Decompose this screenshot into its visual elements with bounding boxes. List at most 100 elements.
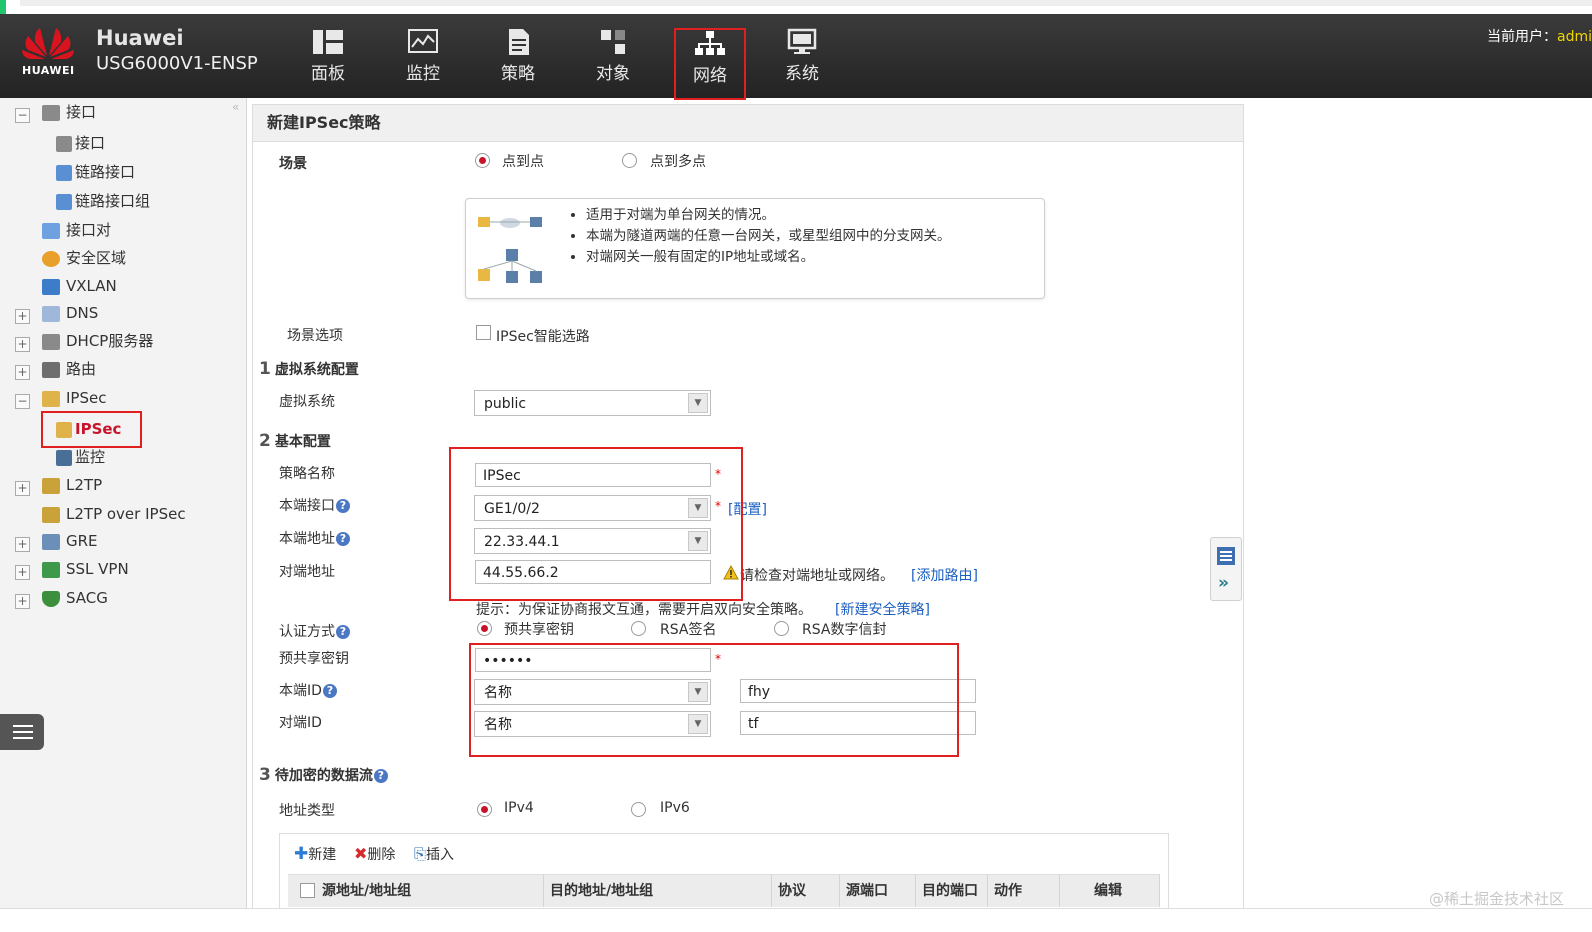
auth-rsa-sign-radio[interactable] — [631, 621, 646, 636]
ipsec-policy-form: 新建IPSec策略 场景 点到点 点到多点 适用于对端为单台网关的情况。 本端为… — [252, 104, 1244, 925]
ssl-vpn-icon — [42, 561, 60, 578]
insert-button[interactable]: ⎘插入 — [414, 844, 454, 864]
column-header[interactable]: 动作 — [988, 875, 1060, 907]
column-header[interactable]: 源端口 — [840, 875, 916, 907]
nav-dashboard[interactable]: 面板 — [296, 28, 360, 98]
scenario-p2p-label[interactable]: 点到点 — [502, 151, 544, 171]
scenario-p2p-radio[interactable] — [475, 153, 490, 168]
expand-toggle[interactable]: + — [15, 594, 30, 609]
sidebar-item-ipsec[interactable]: IPSec — [56, 418, 121, 440]
new-button[interactable]: ✚新建 — [294, 844, 336, 864]
sidebar-item-interface[interactable]: 接口 — [56, 132, 105, 154]
peer-address-warning: 请检查对端地址或网络。 — [740, 568, 894, 584]
sidebar-item-label: L2TP over IPSec — [66, 505, 186, 523]
vsys-label: 虚拟系统 — [279, 394, 335, 410]
smart-route-label[interactable]: IPSec智能选路 — [496, 326, 590, 346]
sidebar-item-ipsec-group[interactable]: IPSec — [42, 387, 106, 409]
table-header-row: 源地址/地址组 目的地址/地址组 协议 源端口 目的端口 动作 编辑 — [288, 874, 1160, 907]
sidebar-item-ipsec-monitor[interactable]: 监控 — [56, 446, 105, 468]
interface-pair-icon — [42, 222, 60, 239]
sidebar-item-l2tp-over-ipsec[interactable]: L2TP over IPSec — [42, 503, 186, 525]
annotation-frame — [469, 643, 959, 757]
nav-policy[interactable]: 策略 — [486, 28, 550, 98]
expand-toggle[interactable]: + — [15, 481, 30, 496]
sidebar-item-label: DNS — [66, 304, 99, 322]
sidebar-item-link-interface-group[interactable]: 链路接口组 — [56, 190, 150, 212]
column-header[interactable]: 目的端口 — [916, 875, 988, 907]
auth-psk-label[interactable]: 预共享密钥 — [504, 619, 574, 639]
user-name[interactable]: admi — [1557, 29, 1592, 45]
help-icon[interactable]: ? — [373, 769, 388, 783]
sidebar-item-vxlan[interactable]: VXLAN — [42, 275, 117, 297]
column-header[interactable]: 目的地址/地址组 — [544, 875, 772, 907]
sidebar-item-interface-pair[interactable]: 接口对 — [42, 219, 111, 241]
router-icon — [42, 361, 60, 378]
sacg-shield-icon — [42, 590, 60, 607]
help-icon[interactable]: ? — [336, 625, 350, 639]
help-icon[interactable]: ? — [322, 684, 337, 698]
sidebar-item-link-interface[interactable]: 链路接口 — [56, 161, 135, 183]
expand-toggle[interactable]: + — [15, 565, 30, 580]
nav-object[interactable]: 对象 — [581, 28, 645, 98]
ipv6-label[interactable]: IPv6 — [660, 800, 690, 816]
expand-toggle[interactable]: + — [15, 365, 30, 380]
sidebar-item-label: SACG — [66, 589, 108, 607]
auth-rsa-envelope-label[interactable]: RSA数字信封 — [802, 619, 886, 639]
expand-toggle[interactable]: + — [15, 537, 30, 552]
list-config-icon[interactable] — [1216, 546, 1236, 566]
psk-label: 预共享密钥 — [279, 651, 349, 667]
nav-label: 对象 — [596, 64, 630, 84]
collapse-sidebar-icon[interactable]: « — [232, 100, 239, 114]
sidebar-item-ssl-vpn[interactable]: SSL VPN — [42, 558, 129, 580]
new-security-policy-link[interactable]: [新建安全策略] — [835, 599, 930, 619]
topology-diagram-icon — [478, 217, 542, 283]
help-icon[interactable]: ? — [336, 532, 350, 546]
sidebar-item-l2tp[interactable]: L2TP — [42, 474, 102, 496]
smart-route-checkbox[interactable] — [476, 325, 491, 340]
select-all-checkbox[interactable] — [300, 883, 315, 898]
scenario-p2mp-label[interactable]: 点到多点 — [650, 151, 706, 171]
delete-button[interactable]: ✖删除 — [354, 844, 395, 864]
ipv6-radio[interactable] — [631, 802, 646, 817]
sidebar-item-label: 链路接口 — [75, 163, 136, 181]
object-icon — [601, 30, 625, 54]
help-icon[interactable]: ? — [336, 499, 350, 513]
auth-rsa-sign-label[interactable]: RSA签名 — [660, 619, 716, 639]
scenario-p2mp-radio[interactable] — [622, 153, 637, 168]
auth-rsa-envelope-radio[interactable] — [774, 621, 789, 636]
dhcp-server-icon — [42, 333, 60, 350]
sidebar-item-dhcp-server[interactable]: DHCP服务器 — [42, 330, 153, 352]
column-header[interactable]: 编辑 — [1060, 875, 1160, 907]
side-tool-panel[interactable]: » — [1210, 537, 1242, 601]
nav-monitor[interactable]: 监控 — [391, 28, 455, 98]
column-header[interactable]: 源地址/地址组 — [316, 875, 544, 907]
sidebar-item-route[interactable]: 路由 — [42, 358, 96, 380]
sidebar-item-label: L2TP — [66, 476, 103, 494]
sidebar-item-label: 接口 — [75, 134, 106, 152]
sidebar-item-label: DHCP服务器 — [66, 332, 154, 350]
add-route-link[interactable]: [添加路由] — [911, 565, 978, 585]
nav-system[interactable]: 系统 — [770, 28, 834, 98]
top-header: HUAWEI Huawei USG6000V1-ENSP 面板 监控 策略 对象… — [0, 14, 1592, 100]
sidebar-item-sacg[interactable]: SACG — [42, 587, 108, 609]
expand-toggle[interactable]: + — [15, 309, 30, 324]
expand-right-icon[interactable]: » — [1218, 573, 1229, 593]
sidebar-item-security-zone[interactable]: 安全区域 — [42, 247, 126, 269]
nav-network[interactable]: 网络 — [674, 28, 746, 100]
dns-icon — [42, 305, 60, 322]
ipv4-label[interactable]: IPv4 — [504, 800, 534, 816]
auth-psk-radio[interactable] — [477, 621, 492, 636]
collapse-toggle[interactable]: − — [15, 394, 30, 409]
sidebar-item-dns[interactable]: DNS — [42, 302, 98, 324]
sidebar-item-interface-group[interactable]: 接口 — [42, 101, 96, 123]
column-header[interactable]: 协议 — [772, 875, 840, 907]
ipv4-radio[interactable] — [477, 802, 492, 817]
browser-top-strip — [0, 0, 1592, 14]
vsys-select[interactable]: public ▼ — [474, 390, 711, 416]
page-title: 新建IPSec策略 — [253, 105, 1243, 142]
collapse-toggle[interactable]: − — [15, 108, 30, 123]
nav-label: 面板 — [311, 64, 345, 84]
menu-toggle-button[interactable] — [0, 714, 44, 750]
expand-toggle[interactable]: + — [15, 337, 30, 352]
sidebar-item-gre[interactable]: GRE — [42, 530, 98, 552]
